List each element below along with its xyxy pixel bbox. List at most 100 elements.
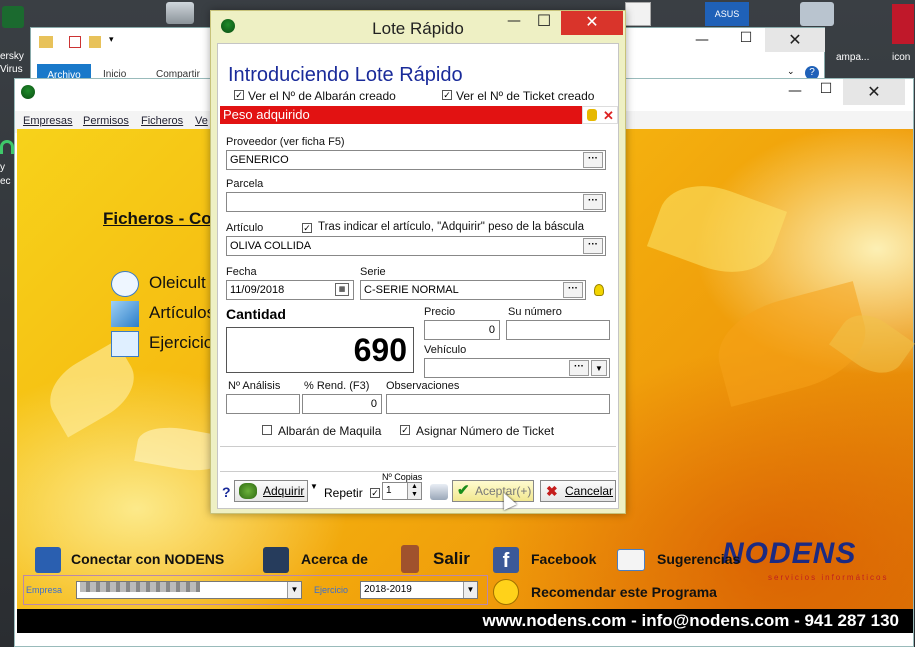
peso-adquirido-bar: Peso adquirido ✕ xyxy=(220,106,618,124)
parcela-lookup-button[interactable]: ··· xyxy=(583,194,603,210)
chevron-down-icon[interactable]: ⌄ xyxy=(787,66,795,77)
mail-icon xyxy=(617,549,645,571)
cantidad-label: Cantidad xyxy=(226,306,286,322)
maquila-checkbox[interactable] xyxy=(262,425,272,435)
asignar-ticket-checkbox[interactable]: ✓ xyxy=(400,425,410,435)
vehiculo-lookup-button[interactable]: ··· xyxy=(569,360,589,376)
parcela-label: Parcela xyxy=(226,178,264,190)
close-icon[interactable]: ✕ xyxy=(603,107,614,125)
chevron-down-icon[interactable]: ▼ xyxy=(287,582,301,598)
copias-stepper[interactable]: 1 ▲ ▼ xyxy=(382,482,422,500)
chevron-down-icon[interactable]: ▼ xyxy=(463,582,477,598)
close-button[interactable]: ✕ xyxy=(765,28,825,52)
recycle-bin-icon[interactable] xyxy=(166,2,194,24)
printer-icon[interactable] xyxy=(430,484,448,500)
serie-input[interactable]: C-SERIE NORMAL ··· xyxy=(360,280,586,300)
cube-icon xyxy=(111,301,139,327)
proveedor-input[interactable]: GENERICO ··· xyxy=(226,150,606,170)
desktop-icon-antivirus[interactable]: ersky Virus xyxy=(0,0,28,78)
ejercicio-label: Ejercicio xyxy=(314,585,349,595)
menu-ver[interactable]: Ve xyxy=(195,115,208,127)
adquirir-peso-checkbox-label: Tras indicar el artículo, "Adquirir" pes… xyxy=(318,221,584,233)
document-icon[interactable] xyxy=(625,2,651,26)
vehiculo-label: Vehículo xyxy=(424,344,467,356)
asignar-ticket-checkbox-label: Asignar Número de Ticket xyxy=(416,424,555,438)
maximize-button[interactable]: ☐ xyxy=(731,30,761,46)
menu-permisos[interactable]: Permisos xyxy=(83,115,129,127)
lock-icon[interactable] xyxy=(587,109,597,121)
checkmark-icon: ✔ xyxy=(457,482,470,499)
sugerencias-link[interactable]: Sugerencias xyxy=(657,551,740,567)
maquila-checkbox-label: Albarán de Maquila xyxy=(278,424,382,438)
adquirir-button[interactable]: Adquirir xyxy=(234,480,308,502)
maximize-button[interactable]: ☐ xyxy=(811,81,841,97)
building-icon xyxy=(35,547,61,573)
properties-icon[interactable] xyxy=(69,36,81,48)
close-button[interactable]: ✕ xyxy=(843,79,905,105)
articulo-lookup-button[interactable]: ··· xyxy=(583,238,603,254)
proveedor-lookup-button[interactable]: ··· xyxy=(583,152,603,168)
desktop-icon-label: ersky Virus xyxy=(0,51,24,75)
articulo-label: Artículo xyxy=(226,222,264,234)
observaciones-input[interactable] xyxy=(386,394,610,414)
lightbulb-icon[interactable] xyxy=(594,284,604,296)
maximize-button[interactable]: ☐ xyxy=(531,11,557,30)
menu-ficheros[interactable]: Ficheros xyxy=(141,115,183,127)
aceptar-button[interactable]: ✔ Aceptar(+) xyxy=(452,480,534,502)
salir-link[interactable]: Salir xyxy=(433,549,470,569)
acerca-de-link[interactable]: Acerca de xyxy=(301,551,368,567)
door-icon xyxy=(401,545,419,573)
wifi-icon xyxy=(0,140,14,154)
menu-empresas[interactable]: Empresas xyxy=(23,115,73,127)
empresa-combo[interactable]: ▼ xyxy=(76,581,302,599)
red-app-icon xyxy=(892,4,914,44)
rend-input[interactable]: 0 xyxy=(302,394,382,414)
minimize-button[interactable]: — xyxy=(780,83,810,99)
analisis-input[interactable] xyxy=(226,394,300,414)
calendar-icon[interactable]: ▦ xyxy=(335,283,349,296)
su-numero-input[interactable] xyxy=(506,320,610,340)
dialog-close-button[interactable]: ✕ xyxy=(561,11,623,35)
camera-icon[interactable] xyxy=(800,2,834,26)
window-icon xyxy=(263,547,289,573)
articulo-input[interactable]: OLIVA COLLIDA ··· xyxy=(226,236,606,256)
adquirir-peso-checkbox[interactable]: ✓ xyxy=(302,223,312,233)
minimize-button[interactable]: — xyxy=(501,13,527,29)
fecha-label: Fecha xyxy=(226,266,257,278)
precio-label: Precio xyxy=(424,306,456,318)
status-strip xyxy=(220,446,616,472)
desktop-icon-right-1[interactable]: ampa... xyxy=(836,52,869,63)
precio-input[interactable]: 0 xyxy=(424,320,500,340)
windows-stack-icon xyxy=(111,331,139,357)
empresa-value-blurred xyxy=(80,582,200,592)
facebook-link[interactable]: Facebook xyxy=(531,551,596,567)
vehiculo-input[interactable]: ··· ▼ xyxy=(424,358,610,378)
dialog-body: Introduciendo Lote Rápido ✓ Ver el Nº de… xyxy=(217,43,619,509)
chevron-down-icon[interactable]: ▾ xyxy=(109,34,114,45)
leaf-decoration xyxy=(646,170,788,288)
stepper-arrows-icon[interactable]: ▲ ▼ xyxy=(407,483,421,499)
conectar-nodens-link[interactable]: Conectar con NODENS xyxy=(71,551,224,567)
recomendar-link[interactable]: Recomendar este Programa xyxy=(531,584,717,600)
desktop-icon-right-2[interactable]: icon xyxy=(892,4,914,63)
serie-lookup-button[interactable]: ··· xyxy=(563,282,583,298)
help-button[interactable]: ? xyxy=(222,484,231,500)
desktop: ersky Virus y ec ASUS ampa... icon ▾ — ☐… xyxy=(0,0,915,647)
desktop-icon-2[interactable]: y ec xyxy=(0,140,14,200)
chevron-down-icon[interactable]: ▼ xyxy=(591,360,607,376)
fecha-input[interactable]: 11/09/2018 ▦ xyxy=(226,280,354,300)
albaran-checkbox[interactable]: ✓ xyxy=(234,90,244,100)
copias-label: Nº Copias xyxy=(382,472,423,482)
ejercicio-combo[interactable]: 2018-2019 ▼ xyxy=(360,581,478,599)
cancelar-button[interactable]: ✖ Cancelar xyxy=(540,480,616,502)
new-folder-icon[interactable] xyxy=(89,36,101,48)
proveedor-label: Proveedor (ver ficha F5) xyxy=(226,136,345,148)
smiley-icon xyxy=(493,579,519,605)
ticket-checkbox[interactable]: ✓ xyxy=(442,90,452,100)
adquirir-dropdown-arrow[interactable]: ▼ xyxy=(310,482,318,491)
repetir-checkbox[interactable]: ✓ xyxy=(370,488,380,498)
cantidad-display: 690 xyxy=(226,327,414,373)
minimize-button[interactable]: — xyxy=(687,32,717,48)
parcela-input[interactable]: ··· xyxy=(226,192,606,212)
asus-folder-icon[interactable]: ASUS xyxy=(705,2,749,26)
